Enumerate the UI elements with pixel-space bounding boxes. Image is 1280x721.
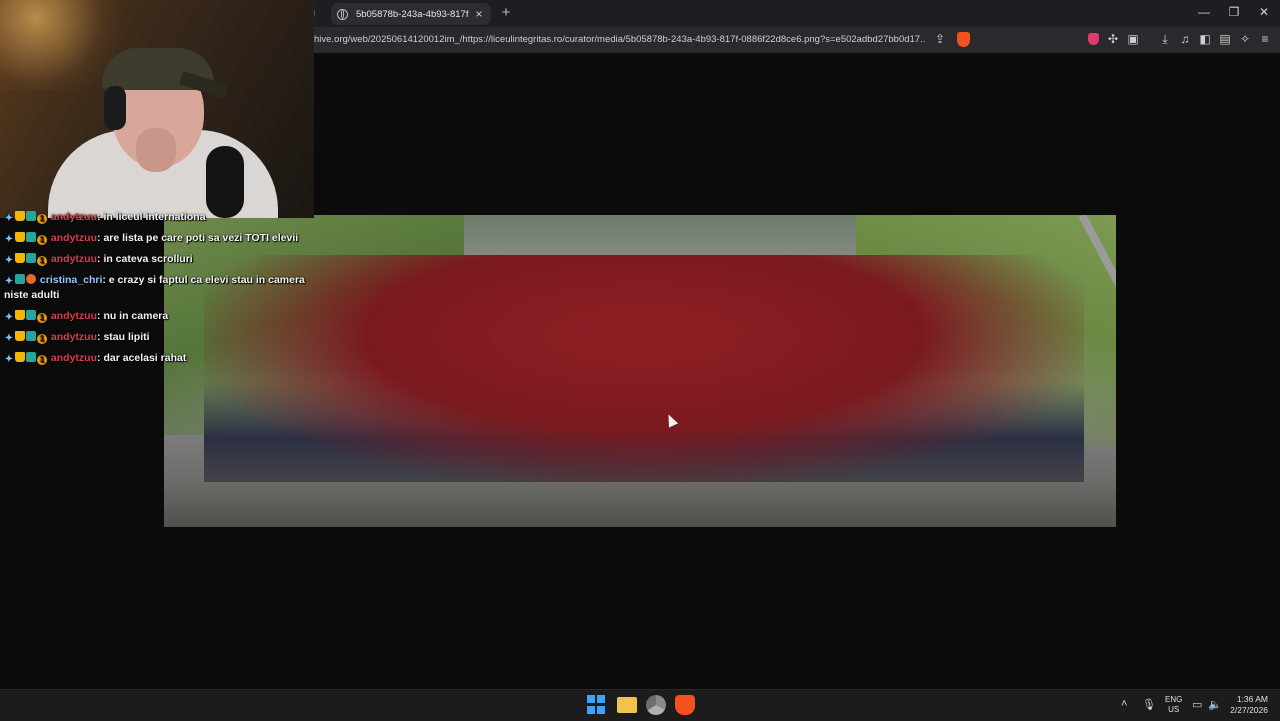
clock-time: 1:36 AM [1236, 694, 1268, 704]
tab-close-icon[interactable]: × [473, 7, 485, 21]
sub-badge-icon [15, 274, 25, 284]
obs-icon[interactable] [646, 695, 666, 715]
chat-username[interactable]: andytzuu [51, 352, 97, 364]
menu-icon[interactable]: ≡ [1258, 32, 1272, 46]
chat-text: stau lipiti [103, 331, 150, 343]
minimize-button[interactable]: — [1196, 5, 1212, 19]
photo-crowd [204, 255, 1084, 485]
moderator-icon: ✦ [4, 255, 14, 266]
extension-icon[interactable] [1088, 33, 1099, 45]
puzzle-icon[interactable]: ✣ [1106, 32, 1120, 46]
clock-date: 2/27/2026 [1230, 705, 1268, 715]
restore-button[interactable]: ❐ [1226, 5, 1242, 19]
download-icon[interactable]: ⤓ [1158, 32, 1172, 46]
globe-icon [337, 8, 348, 20]
sub-badge-icon [26, 331, 36, 341]
brave-shield-icon[interactable] [957, 32, 970, 47]
language-code: ENG [1165, 695, 1183, 704]
moderator-icon: ✦ [4, 333, 14, 344]
sub-badge-icon [26, 211, 36, 221]
chat-message: ✦ cristina_chri: e crazy si faptul ca el… [4, 274, 305, 301]
chat-message: ✦ 1 andytzuu: are lista pe care poti sa v… [4, 232, 299, 245]
music-icon[interactable]: ♫ [1178, 32, 1192, 46]
chat-username[interactable]: andytzuu [51, 232, 97, 244]
chat-username[interactable]: andytzuu [51, 253, 97, 265]
crown-icon [15, 352, 25, 362]
region-code: US [1168, 705, 1180, 714]
crown-icon [15, 211, 25, 221]
url-text[interactable]: hive.org/web/20250614120012im_/https://l… [314, 34, 926, 45]
chat-text: nu in camera [103, 310, 169, 322]
chat-text: in liceul internationa [103, 211, 206, 223]
sub-badge-icon [26, 352, 36, 362]
gift-badge-icon: 1 [37, 235, 47, 245]
windows-start-icon[interactable] [587, 695, 607, 715]
chat-message: ✦ 1 andytzuu: in liceul internationa [4, 211, 206, 224]
sub-badge-icon [26, 232, 36, 242]
moderator-icon: ✦ [4, 312, 14, 323]
chat-message: ✦ 1 andytzuu: nu in camera [4, 310, 169, 323]
chat-username[interactable]: andytzuu [51, 211, 97, 223]
chat-text: dar acelasi rahat [103, 352, 187, 364]
webcam-overlay [0, 0, 314, 218]
sub-badge-icon [26, 310, 36, 320]
chat-message: ✦ 1 andytzuu: dar acelasi rahat [4, 352, 187, 365]
chat-message: ✦ 1 andytzuu: in cateva scrolluri [4, 253, 193, 266]
chat-overlay: ✦ 1 andytzuu: in liceul internationa ✦ 1 a… [4, 210, 324, 372]
moderator-icon: ✦ [4, 213, 14, 224]
brave-browser-icon[interactable] [675, 695, 695, 715]
share-icon[interactable]: ⇪ [933, 32, 947, 46]
chat-username[interactable]: andytzuu [51, 331, 97, 343]
sub-badge-icon [26, 253, 36, 263]
chat-text: in cateva scrolluri [103, 253, 193, 265]
gift-badge-icon: 1 [37, 214, 47, 224]
crown-icon [15, 253, 25, 263]
browser-tab-active[interactable]: 5b05878b-243a-4b93-817f-0886 × [331, 3, 491, 25]
cookie-badge-icon [26, 274, 36, 284]
headset-icon [104, 86, 126, 130]
moderator-icon: ✦ [4, 276, 14, 287]
photo-ground [164, 482, 1116, 527]
streamer-hand [136, 128, 176, 172]
chat-text: are lista pe care poti sa vezi TOTI elev… [103, 232, 299, 244]
window-close-button[interactable]: ✕ [1256, 5, 1272, 19]
taskbar: ˄ 🎙 ENG US ▭ 🔈 1:36 AM 2/27/2026 [0, 689, 1280, 721]
crown-icon [15, 232, 25, 242]
new-tab-button[interactable]: + [499, 4, 513, 21]
system-clock[interactable]: 1:36 AM 2/27/2026 [1228, 694, 1268, 716]
wallet-icon[interactable]: ▤ [1218, 32, 1232, 46]
ai-icon[interactable]: ✧ [1238, 32, 1252, 46]
crown-icon [15, 310, 25, 320]
microphone-tray-icon[interactable]: 🎙 [1142, 698, 1156, 711]
gift-badge-icon: 1 [37, 313, 47, 323]
chat-message: ✦ 1 andytzuu: stau lipiti [4, 331, 150, 344]
chevron-up-icon[interactable]: ˄ [1121, 698, 1127, 710]
reader-icon[interactable]: ▣ [1126, 32, 1140, 46]
language-indicator[interactable]: ENG US [1165, 695, 1182, 715]
microphone-icon [206, 146, 244, 218]
crown-icon [15, 331, 25, 341]
file-explorer-icon[interactable] [617, 697, 637, 713]
volume-icon[interactable]: 🔈 [1208, 698, 1222, 711]
moderator-icon: ✦ [4, 234, 14, 245]
chat-username[interactable]: cristina_chri [40, 274, 102, 286]
gift-badge-icon: 1 [37, 334, 47, 344]
moderator-icon: ✦ [4, 354, 14, 365]
tab-title: 5b05878b-243a-4b93-817f-0886 [355, 8, 469, 20]
sidebar-icon[interactable]: ◧ [1198, 32, 1212, 46]
gift-badge-icon: 1 [37, 355, 47, 365]
gift-badge-icon: 1 [37, 256, 47, 266]
chat-username[interactable]: andytzuu [51, 310, 97, 322]
network-icon[interactable]: ▭ [1192, 698, 1202, 711]
